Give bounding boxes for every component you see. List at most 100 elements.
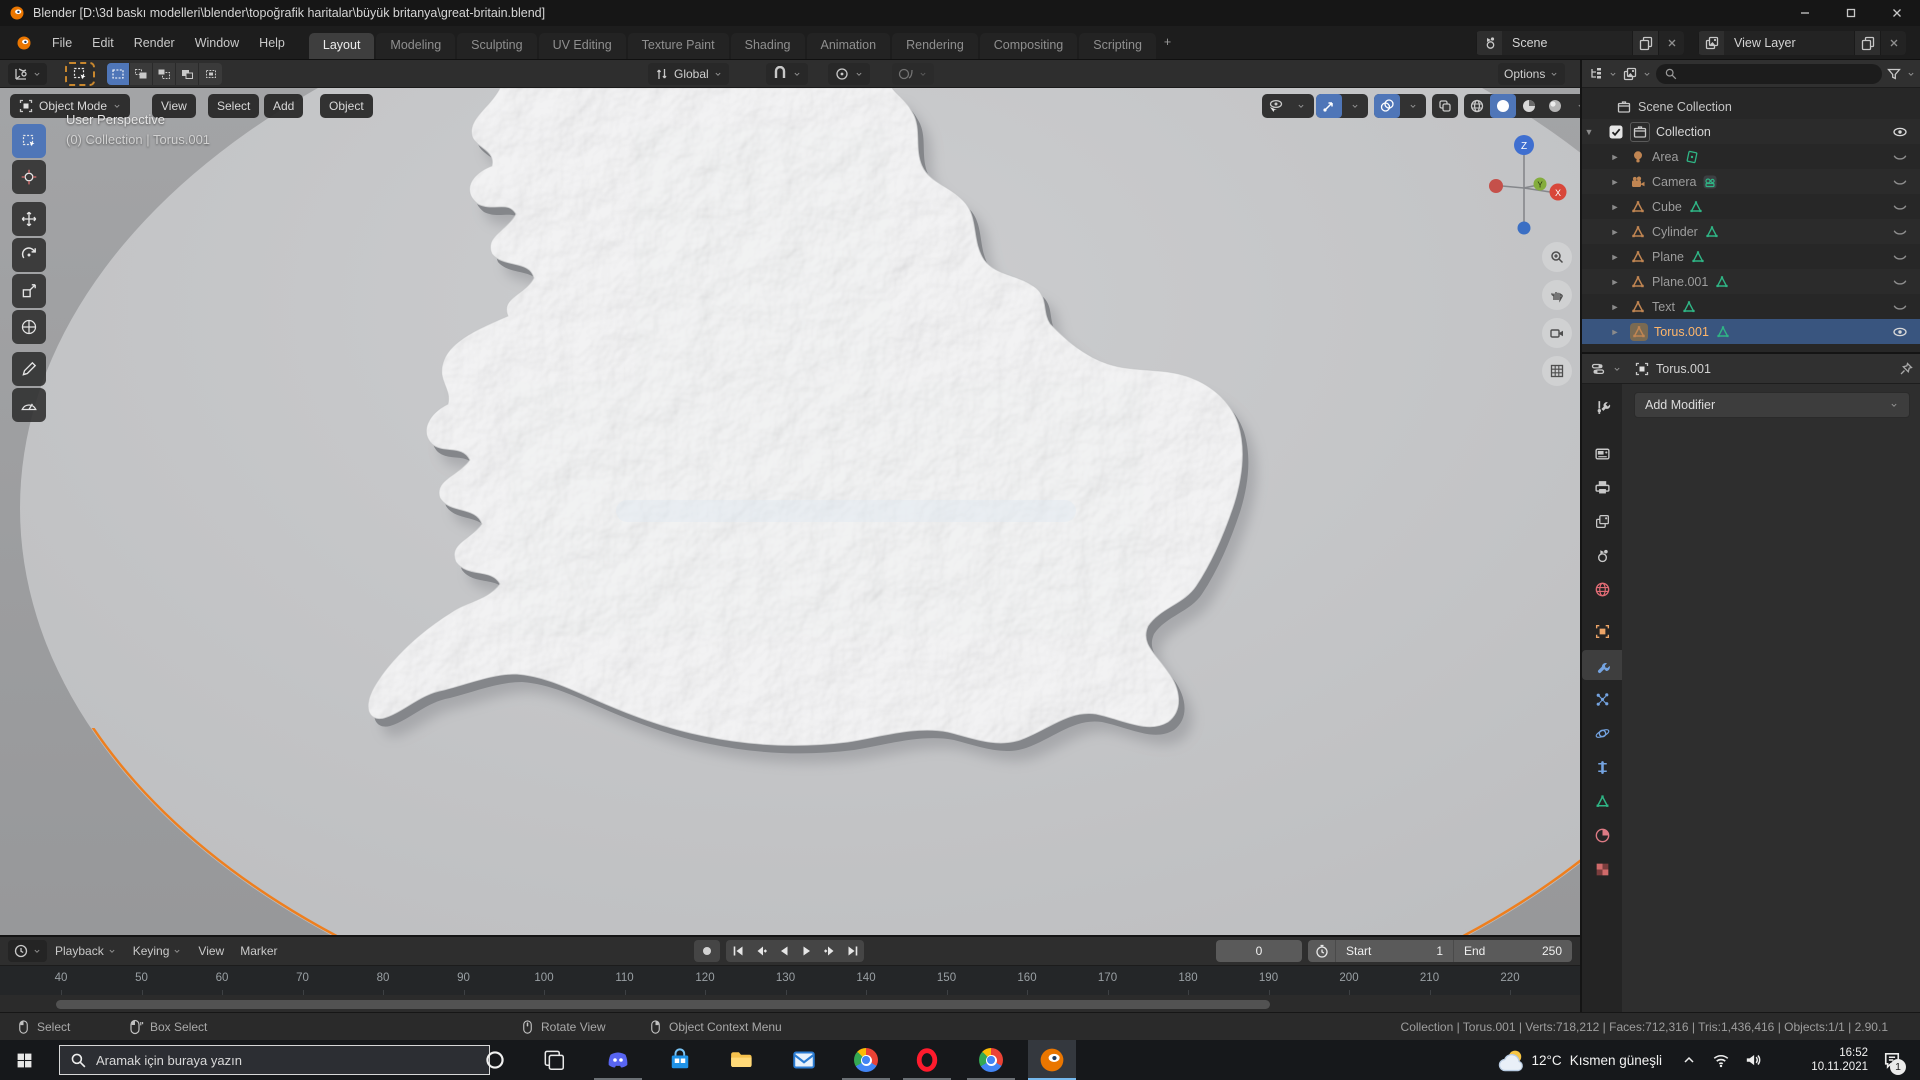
eye-closed-icon[interactable] <box>1892 274 1908 290</box>
minimize-button[interactable] <box>1782 0 1828 26</box>
select-mode-invert[interactable] <box>176 62 199 85</box>
timeline-menu-playback[interactable]: Playback <box>47 944 125 958</box>
outliner-editor-icon[interactable] <box>1588 66 1604 82</box>
timeline-menu-view[interactable]: View <box>190 944 232 958</box>
start-button[interactable] <box>0 1040 48 1080</box>
select-mode-subtract[interactable] <box>153 62 176 85</box>
disclosure-triangle[interactable]: ► <box>1608 302 1622 312</box>
menu-edit[interactable]: Edit <box>82 32 124 54</box>
outliner-row-torus-001[interactable]: ► Torus.001 <box>1582 319 1920 344</box>
taskbar-app-chrome-2[interactable] <box>967 1040 1015 1080</box>
chevron-down-icon[interactable] <box>1400 94 1426 118</box>
zoom-button[interactable] <box>1542 242 1572 272</box>
disclosure-triangle[interactable]: ► <box>1608 202 1622 212</box>
tray-expand-button[interactable] <box>1674 1040 1704 1080</box>
properties-tab-modifiers[interactable] <box>1582 650 1622 680</box>
tool-cursor[interactable] <box>12 160 46 194</box>
timeline-menu-keying[interactable]: Keying <box>125 944 191 958</box>
eye-closed-icon[interactable] <box>1892 224 1908 240</box>
transform-orientation-dropdown[interactable]: Global <box>648 62 729 85</box>
tool-transform[interactable] <box>12 310 46 344</box>
scene-copy-icon[interactable] <box>1632 30 1658 55</box>
properties-tab-material[interactable] <box>1582 820 1622 850</box>
tab-sculpting[interactable]: Sculpting <box>457 33 537 59</box>
chevron-down-icon[interactable] <box>1342 94 1368 118</box>
pan-button[interactable] <box>1542 280 1572 310</box>
outliner-row-area[interactable]: ► Area <box>1582 144 1920 169</box>
auto-key-button[interactable] <box>694 940 720 962</box>
frame-start-field[interactable]: Start 1 <box>1336 940 1454 962</box>
select-mode-new[interactable] <box>107 62 130 85</box>
tab-compositing[interactable]: Compositing <box>979 33 1078 59</box>
outliner-row-plane-001[interactable]: ► Plane.001 <box>1582 269 1920 294</box>
timeline-scroll-thumb[interactable] <box>56 1000 1270 1009</box>
disclosure-triangle[interactable]: ► <box>1608 252 1622 262</box>
overlays-toggle[interactable] <box>1374 94 1400 118</box>
next-keyframe-button[interactable] <box>818 940 841 962</box>
disclosure-triangle[interactable]: ► <box>1608 327 1622 337</box>
menu-help[interactable]: Help <box>249 32 295 54</box>
notification-button[interactable]: 1 <box>1872 1040 1912 1080</box>
outliner-row-camera[interactable]: ► Camera <box>1582 169 1920 194</box>
prev-keyframe-button[interactable] <box>749 940 772 962</box>
tab-texture-paint[interactable]: Texture Paint <box>627 33 729 59</box>
shading-solid[interactable] <box>1490 94 1516 118</box>
tab-layout[interactable]: Layout <box>308 33 375 59</box>
active-tool-indicator[interactable] <box>65 61 95 86</box>
tool-move[interactable] <box>12 202 46 236</box>
tab-shading[interactable]: Shading <box>730 33 805 59</box>
display-mode-icon[interactable] <box>1622 66 1638 82</box>
gizmo-toggle[interactable] <box>1316 94 1342 118</box>
add-workspace-button[interactable]: + <box>1156 30 1179 56</box>
add-modifier-dropdown[interactable]: Add Modifier <box>1634 392 1910 418</box>
tool-select-box[interactable] <box>12 124 46 158</box>
select-mode-intersect[interactable] <box>199 62 222 85</box>
navigation-gizmo[interactable]: Z Y X <box>1478 128 1570 240</box>
taskbar-app-store[interactable] <box>656 1040 704 1080</box>
taskbar-app-mail[interactable] <box>780 1040 828 1080</box>
properties-tab-particles[interactable] <box>1582 684 1622 714</box>
scene-selector[interactable]: Scene <box>1476 30 1684 55</box>
tool-annotate[interactable] <box>12 352 46 386</box>
pin-icon[interactable] <box>1898 361 1914 377</box>
outliner-row-text[interactable]: ► Text <box>1582 294 1920 319</box>
play-button[interactable] <box>795 940 818 962</box>
close-button[interactable] <box>1874 0 1920 26</box>
viewport-menu-select[interactable]: Select <box>208 94 260 118</box>
properties-tab-object[interactable] <box>1582 616 1622 646</box>
tool-measure[interactable] <box>12 388 46 422</box>
tool-scale[interactable] <box>12 274 46 308</box>
view-layer-icon[interactable] <box>1698 30 1724 55</box>
viewport-menu-object[interactable]: Object <box>320 94 373 118</box>
shading-rendered[interactable] <box>1542 94 1568 118</box>
play-reverse-button[interactable] <box>772 940 795 962</box>
outliner-row-scene collection[interactable]: Scene Collection <box>1582 94 1920 119</box>
blender-menu-button[interactable] <box>6 31 42 55</box>
properties-tab-render[interactable] <box>1582 438 1622 468</box>
properties-tab-constraints[interactable] <box>1582 752 1622 782</box>
view-layer-copy-icon[interactable] <box>1854 30 1880 55</box>
jump-to-end-button[interactable] <box>841 940 864 962</box>
options-dropdown[interactable]: Options <box>1498 62 1566 85</box>
jump-to-start-button[interactable] <box>726 940 749 962</box>
taskbar-app-blender[interactable] <box>1028 1040 1076 1080</box>
gizmo-x-neg[interactable] <box>1489 179 1503 193</box>
tab-animation[interactable]: Animation <box>806 33 891 59</box>
properties-tab-view-layer[interactable] <box>1582 506 1622 536</box>
snapping-group[interactable] <box>766 62 808 85</box>
volume-icon[interactable] <box>1738 1040 1768 1080</box>
chevron-down-icon[interactable] <box>1288 94 1314 118</box>
properties-tab-scene[interactable] <box>1582 540 1622 570</box>
eye-closed-icon[interactable] <box>1892 174 1908 190</box>
proportional-edit-group[interactable] <box>828 62 870 85</box>
viewport-menu-add[interactable]: Add <box>264 94 304 118</box>
properties-editor-icon[interactable] <box>1590 361 1606 377</box>
menu-window[interactable]: Window <box>185 32 249 54</box>
menu-render[interactable]: Render <box>124 32 185 54</box>
scene-unlink-icon[interactable] <box>1658 30 1684 55</box>
taskbar-search-input[interactable] <box>96 1052 426 1068</box>
scene-icon[interactable] <box>1476 30 1502 55</box>
viewport-3d[interactable]: Object Mode View Select Add Object User Pe <box>0 88 1580 935</box>
properties-tab-tool[interactable] <box>1582 392 1622 422</box>
tab-modeling[interactable]: Modeling <box>376 33 456 59</box>
